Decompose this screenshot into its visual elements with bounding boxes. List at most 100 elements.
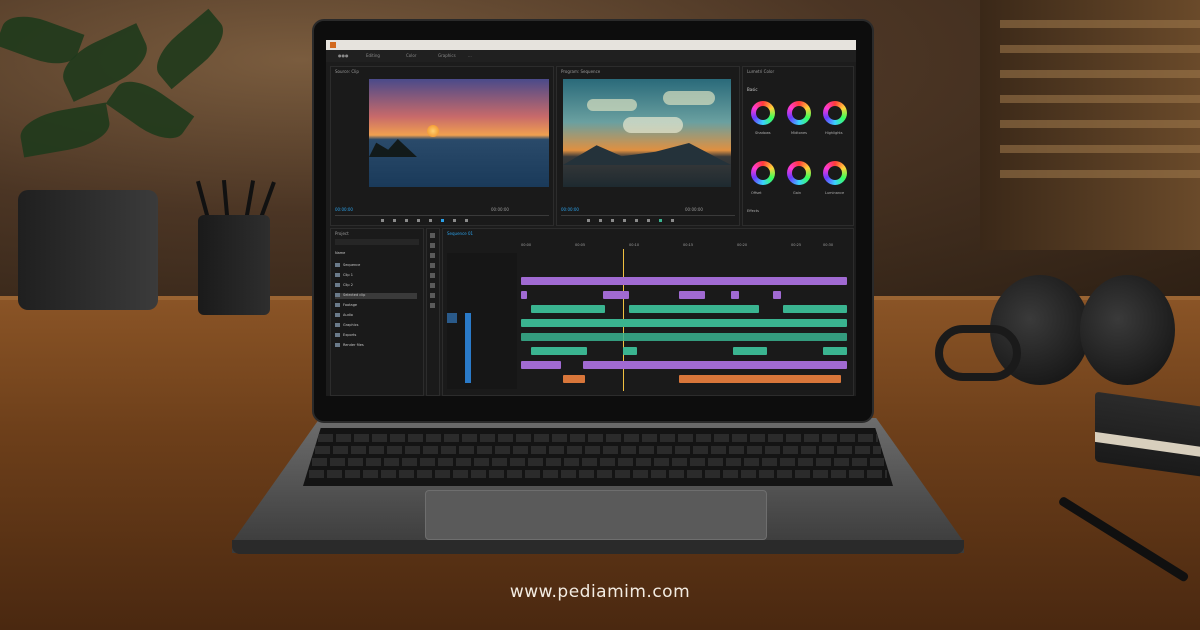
project-item[interactable]: Exports [335, 333, 356, 339]
video-clip[interactable] [521, 291, 527, 299]
workspace-tab[interactable]: Color [406, 53, 416, 58]
play-icon[interactable] [417, 219, 420, 222]
audio-clip[interactable] [823, 347, 847, 355]
program-scrubber[interactable] [561, 215, 735, 216]
source-patch[interactable] [447, 313, 457, 323]
track-target-bar[interactable] [465, 313, 471, 383]
wheel-label: Luminance [825, 191, 845, 195]
project-search-input[interactable] [335, 239, 419, 245]
export-frame-icon[interactable] [465, 219, 468, 222]
cloud [623, 117, 683, 133]
type-tool-icon[interactable] [430, 303, 435, 308]
video-clip[interactable] [521, 277, 847, 285]
project-item[interactable]: Sequence [335, 263, 360, 269]
project-item[interactable]: Graphics [335, 323, 358, 329]
wheel-label: Highlights [825, 131, 843, 135]
clip-thumbnail-icon [335, 283, 340, 287]
settings-icon[interactable] [671, 219, 674, 222]
audio-clip[interactable] [521, 319, 847, 327]
timeline-panel: Sequence 01 00:00 00:05 00:10 00:15 00:2… [442, 228, 854, 396]
selection-tool-icon[interactable] [430, 233, 435, 238]
mark-in-icon[interactable] [587, 219, 590, 222]
project-panel-title: Project [335, 231, 349, 236]
video-clip[interactable] [731, 291, 739, 299]
overwrite-icon[interactable] [453, 219, 456, 222]
color-panel-title: Lumetri Color [747, 69, 775, 74]
project-item[interactable]: Clip 1 [335, 273, 353, 279]
trackpad [425, 490, 767, 540]
project-header: Name [335, 251, 346, 255]
step-forward-icon[interactable] [429, 219, 432, 222]
insert-icon[interactable] [441, 219, 444, 222]
blind-slat [1000, 95, 1200, 103]
rock-silhouette [369, 139, 417, 157]
wheel-label: Gain [793, 191, 802, 195]
razor-tool-icon[interactable] [430, 263, 435, 268]
clip-thumbnail-icon [335, 313, 340, 317]
clip-thumbnail-icon [335, 343, 340, 347]
app-icon[interactable] [330, 42, 336, 48]
audio-clip[interactable] [531, 347, 587, 355]
video-clip[interactable] [521, 361, 561, 369]
music-clip[interactable] [563, 375, 585, 383]
laptop-screen: ●●● Editing Color Graphics ... Source: C… [326, 40, 856, 396]
color-wheel-highlights[interactable] [823, 101, 847, 125]
slip-tool-icon[interactable] [430, 273, 435, 278]
video-clip[interactable] [583, 361, 847, 369]
hand-tool-icon[interactable] [430, 293, 435, 298]
color-wheel-luminance[interactable] [823, 161, 847, 185]
program-video-frame [563, 79, 731, 187]
pen-tool-icon[interactable] [430, 283, 435, 288]
mark-out-icon[interactable] [393, 219, 396, 222]
key-row [312, 458, 884, 466]
clip-thumbnail-icon [335, 273, 340, 277]
extract-icon[interactable] [647, 219, 650, 222]
ruler-tick: 00:10 [629, 243, 640, 247]
project-item[interactable]: Audio [335, 313, 353, 319]
step-back-icon[interactable] [405, 219, 408, 222]
workspace-tab[interactable]: ... [468, 53, 472, 58]
mark-in-icon[interactable] [381, 219, 384, 222]
laptop-keyboard [303, 428, 893, 486]
project-item[interactable]: Footage [335, 303, 357, 309]
audio-clip[interactable] [629, 305, 759, 313]
color-wheel-offset[interactable] [751, 161, 775, 185]
export-icon[interactable] [659, 219, 662, 222]
workspace-tab[interactable]: ●●● [338, 53, 348, 58]
ripple-edit-icon[interactable] [430, 253, 435, 258]
sequence-tab[interactable]: Sequence 01 [447, 231, 473, 236]
website-watermark: www.pediamim.com [509, 582, 691, 602]
play-icon[interactable] [611, 219, 614, 222]
step-back-icon[interactable] [599, 219, 602, 222]
ruler-tick: 00:30 [823, 243, 834, 247]
audio-clip[interactable] [521, 333, 847, 341]
headphone-cup [1080, 275, 1175, 385]
wheel-label: Midtones [791, 131, 807, 135]
color-wheel-midtones[interactable] [787, 101, 811, 125]
color-wheel-shadows[interactable] [751, 101, 775, 125]
track-select-icon[interactable] [430, 243, 435, 248]
audio-clip[interactable] [623, 347, 637, 355]
headphones [930, 275, 1180, 405]
workspace-tab[interactable]: Graphics [438, 53, 456, 58]
project-item[interactable]: Render files [335, 343, 364, 349]
wheel-label: Shadows [755, 131, 771, 135]
project-item-selected[interactable]: Selected clip [335, 293, 417, 299]
source-scrubber[interactable] [335, 215, 549, 216]
project-item[interactable]: Clip 2 [335, 283, 353, 289]
lift-icon[interactable] [635, 219, 638, 222]
color-panel-footer: Effects [747, 209, 759, 213]
audio-clip[interactable] [783, 305, 847, 313]
color-wheel-gain[interactable] [787, 161, 811, 185]
video-clip[interactable] [679, 291, 705, 299]
video-clip[interactable] [773, 291, 781, 299]
workspace-tab[interactable]: Editing [366, 53, 380, 58]
ruler-tick: 00:20 [737, 243, 748, 247]
ruler-tick: 00:15 [683, 243, 694, 247]
blind-slat [1000, 120, 1200, 128]
step-forward-icon[interactable] [623, 219, 626, 222]
audio-clip[interactable] [531, 305, 605, 313]
video-clip[interactable] [603, 291, 629, 299]
audio-clip[interactable] [733, 347, 767, 355]
music-clip[interactable] [679, 375, 841, 383]
